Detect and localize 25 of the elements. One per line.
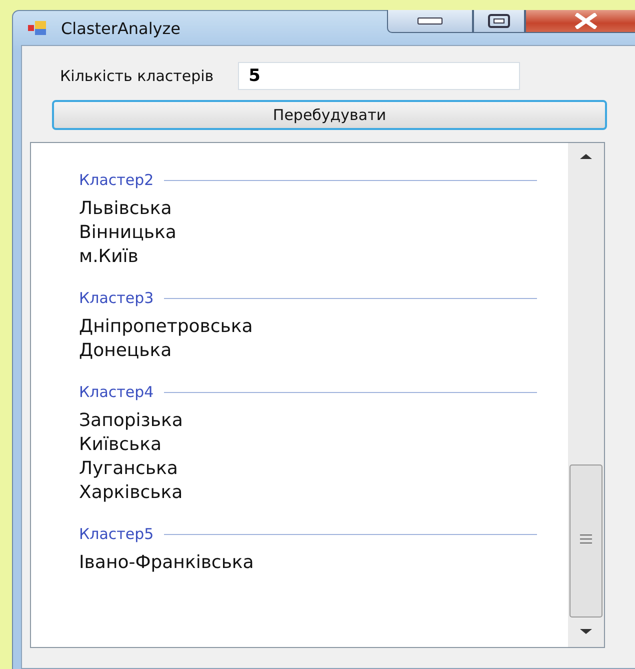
minimize-icon (417, 17, 443, 25)
close-icon (573, 13, 599, 29)
cluster-count-field[interactable]: 5 (238, 62, 520, 90)
region-item: Івано-Франківська (79, 551, 255, 575)
maximize-icon (488, 14, 510, 28)
minimize-button[interactable] (387, 10, 473, 33)
close-button[interactable] (525, 10, 635, 33)
region-item: Київська (79, 433, 162, 457)
region-item: Харківська (79, 481, 184, 505)
window-title: ClasterAnalyze (61, 18, 180, 38)
cluster-header: Кластер5 (79, 525, 154, 543)
cluster-count-label: Кількість кластерів (60, 67, 214, 85)
region-item: Львівська (79, 197, 173, 221)
cluster-header: Кластер2 (79, 171, 154, 189)
region-item: Донецька (79, 339, 173, 363)
region-item: Луганська (79, 457, 179, 481)
app-icon (27, 20, 47, 36)
rebuild-button[interactable]: Перебудувати (52, 100, 607, 130)
region-item: Дніпропетровська (79, 315, 254, 339)
cluster-header: Кластер3 (79, 289, 154, 307)
region-item: Вінницька (79, 221, 178, 245)
region-item: Запорізька (79, 409, 184, 433)
maximize-button[interactable] (473, 10, 525, 33)
region-item: м.Київ (79, 245, 140, 269)
cluster-header: Кластер4 (79, 383, 154, 401)
